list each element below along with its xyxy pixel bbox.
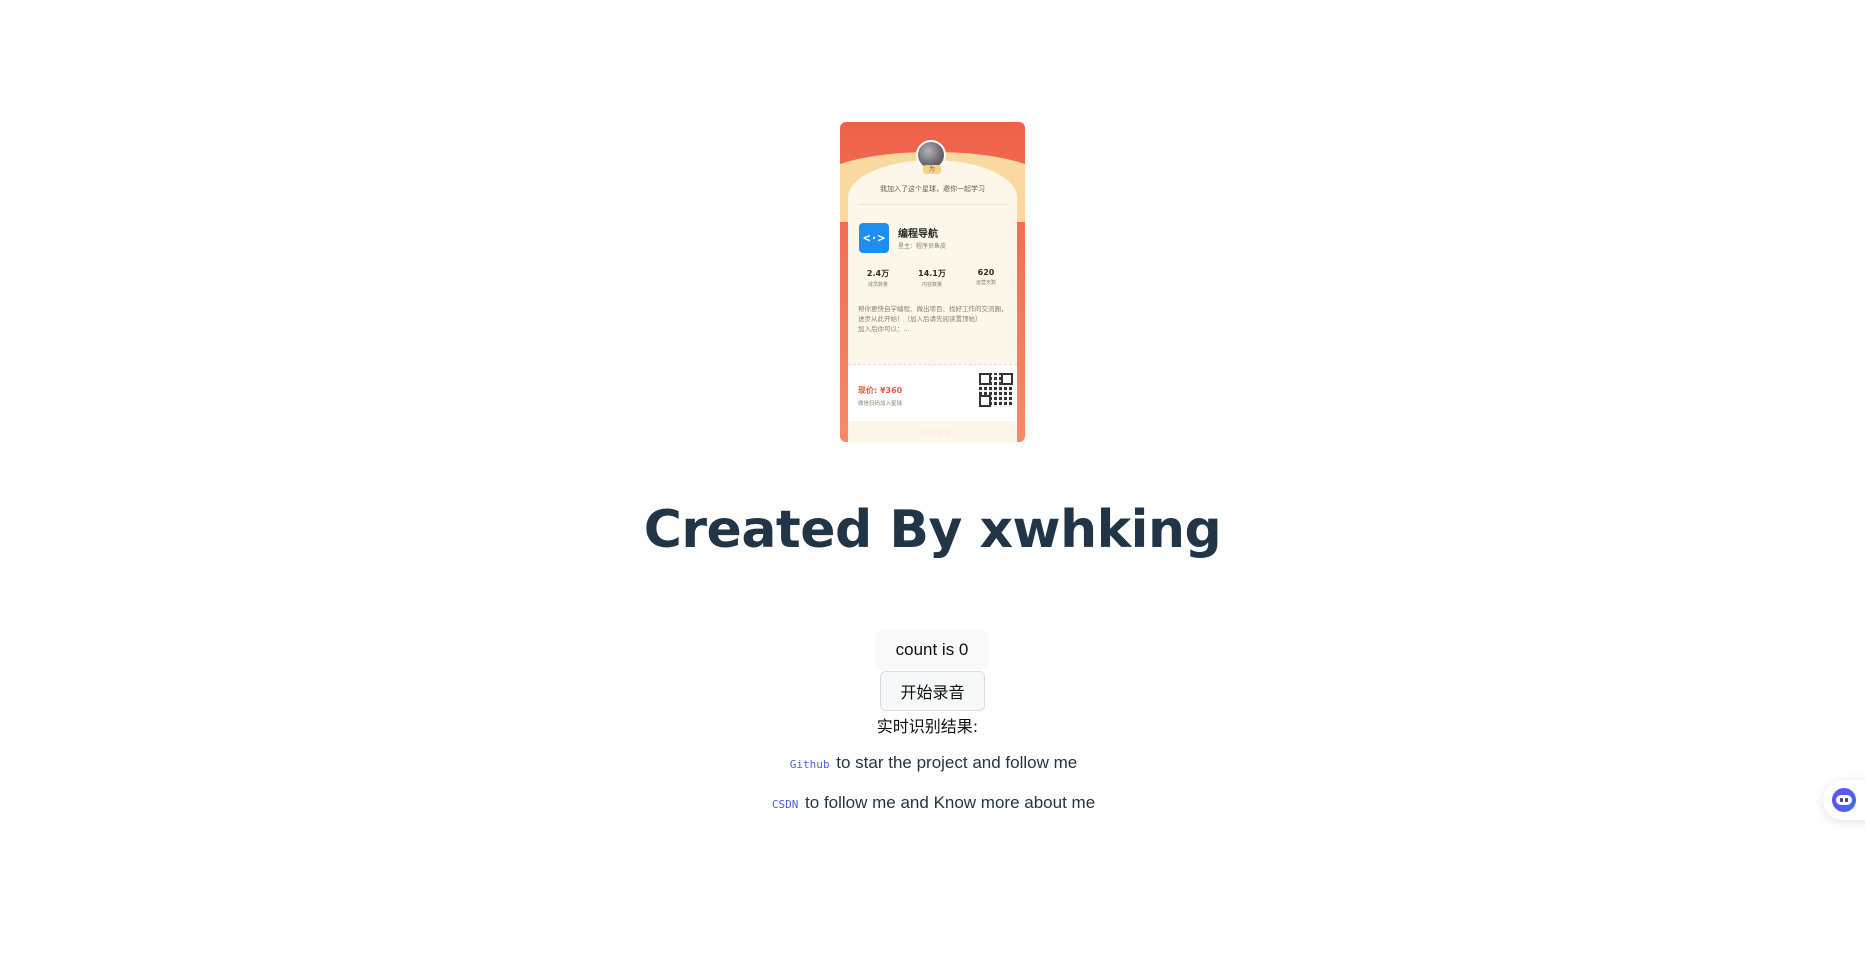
- invite-card-image: 为 我加入了这个星球，邀你一起学习 <·> 编程导航 星主：程序员鱼皮 2.4万…: [840, 122, 1025, 442]
- stat-value: 2.4万: [866, 269, 890, 278]
- csdn-link[interactable]: CSDN: [770, 798, 801, 811]
- stat-contents: 14.1万 内容数量: [912, 268, 952, 288]
- invite-text: 我加入了这个星球，邀你一起学习: [880, 185, 985, 193]
- github-line-text: to star the project and follow me: [831, 753, 1078, 772]
- stat-label: 运营天数: [975, 280, 996, 286]
- start-recording-button[interactable]: 开始录音: [880, 671, 985, 711]
- github-line: Github to star the project and follow me: [0, 753, 1865, 773]
- divider: [858, 204, 1007, 205]
- qr-code-icon: [979, 373, 1013, 407]
- github-link[interactable]: Github: [788, 758, 832, 771]
- bot-icon: [1832, 788, 1856, 812]
- group-description: 帮你更快自学编程、做出项目、找好工作的交流圈，进步从此开始！（加入后请先阅读置顶…: [858, 304, 1008, 334]
- group-owner: 星主：程序员鱼皮: [898, 243, 947, 250]
- avatar-tag: 为: [923, 165, 941, 174]
- bot-face: [1836, 795, 1852, 805]
- stat-members: 2.4万 成员数量: [858, 268, 898, 288]
- bot-eye: [1840, 798, 1843, 802]
- description-line: 加入后你可以：...: [858, 325, 910, 333]
- price: 现价: ¥360: [858, 386, 903, 395]
- description-line: 帮你更快自学编程、做出项目、找好工作的交流圈，进步从此开始！（加入后请先阅读置顶…: [858, 305, 1008, 323]
- qr-corner: [1001, 373, 1013, 385]
- stat-label: 成员数量: [867, 282, 888, 288]
- assistant-widget[interactable]: [1823, 780, 1865, 820]
- qr-corner: [979, 373, 991, 385]
- page-title: Created By xwhking: [643, 500, 1222, 560]
- csdn-line: CSDN to follow me and Know more about me: [0, 793, 1865, 813]
- count-button[interactable]: count is 0: [875, 630, 989, 669]
- card-footer: ◌ 知识星球: [914, 429, 951, 437]
- stat-value: 14.1万: [918, 269, 946, 278]
- stat-days: 620 运营天数: [966, 268, 1006, 286]
- stat-value: 620: [977, 268, 995, 277]
- page: 为 我加入了这个星球，邀你一起学习 <·> 编程导航 星主：程序员鱼皮 2.4万…: [0, 0, 1865, 961]
- csdn-line-text: to follow me and Know more about me: [800, 793, 1096, 812]
- bot-eye: [1845, 798, 1848, 802]
- group-name: 编程导航: [898, 229, 938, 240]
- price-subtext: 微信扫码加入星球: [858, 401, 903, 407]
- price-box: 现价: ¥360 微信扫码加入星球: [848, 364, 1017, 421]
- qr-corner: [979, 395, 991, 407]
- recognition-result-label: 实时识别结果:: [876, 717, 979, 736]
- group-logo-icon: <·>: [859, 223, 889, 253]
- stat-label: 内容数量: [921, 282, 942, 288]
